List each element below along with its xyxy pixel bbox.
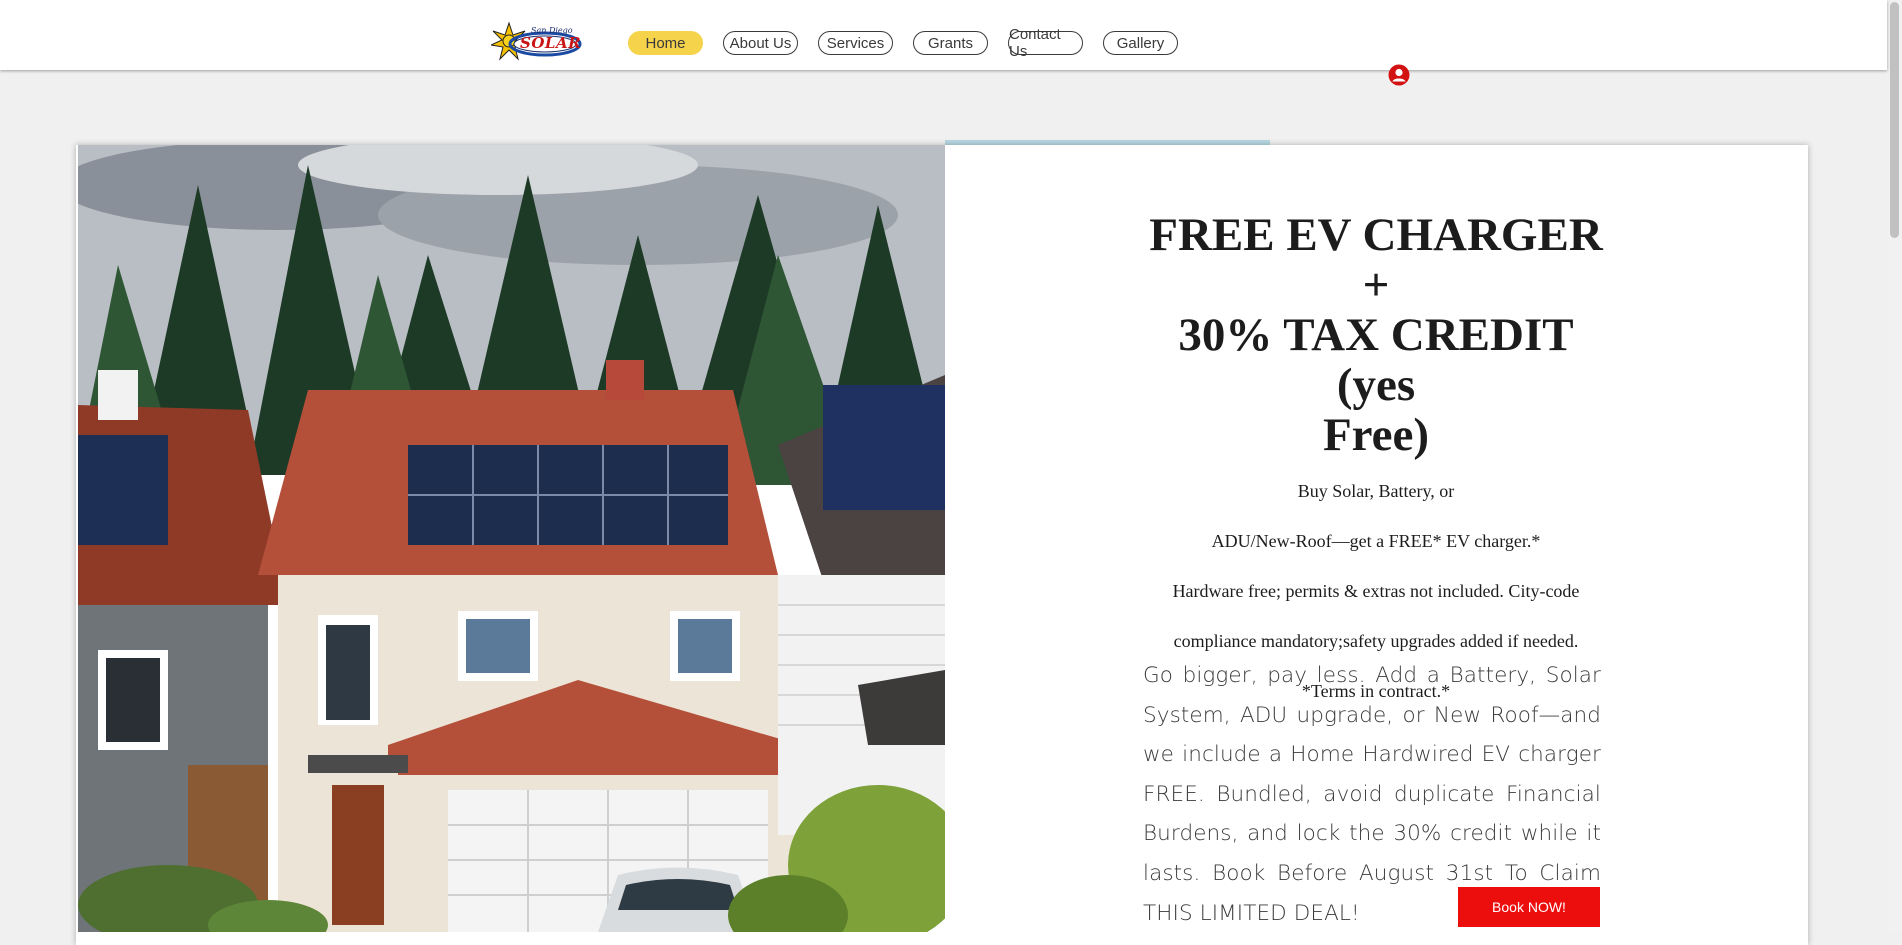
user-account-icon[interactable] — [1388, 64, 1410, 86]
scrollbar-thumb[interactable] — [1890, 2, 1899, 238]
hero-house-image — [78, 145, 945, 932]
hero-headline: FREE EV CHARGER + 30% TAX CREDIT (yes Fr… — [1140, 210, 1612, 460]
headline-line-3: Free) — [1322, 409, 1430, 461]
offer-note: Buy Solar, Battery, or — [1297, 481, 1455, 501]
headline-line-2: 30% TAX CREDIT (yes — [1178, 309, 1574, 411]
nav-contact-us[interactable]: Contact Us — [1008, 26, 1083, 60]
nav-grants[interactable]: Grants — [913, 31, 988, 55]
nav-gallery[interactable]: Gallery — [1103, 31, 1178, 55]
offer-note: ADU/New-Roof—get a FREE* EV charger.* — [1211, 531, 1541, 551]
hero-text: FREE EV CHARGER + 30% TAX CREDIT (yes Fr… — [1140, 210, 1612, 726]
page-scrollbar[interactable] — [1887, 0, 1902, 932]
book-now-button[interactable]: Book NOW! — [1458, 887, 1600, 927]
nav-services[interactable]: Services — [818, 31, 893, 55]
headline-line-1: FREE EV CHARGER + — [1149, 209, 1603, 311]
offer-note: Hardware free; permits & extras not incl… — [1172, 581, 1580, 601]
logo-wordmark: SOLAR — [520, 34, 582, 52]
nav-about-us[interactable]: About Us — [723, 31, 798, 55]
site-header: San Diego SOLAR Home About Us Services G… — [0, 0, 1887, 70]
nav-home[interactable]: Home — [628, 31, 703, 55]
